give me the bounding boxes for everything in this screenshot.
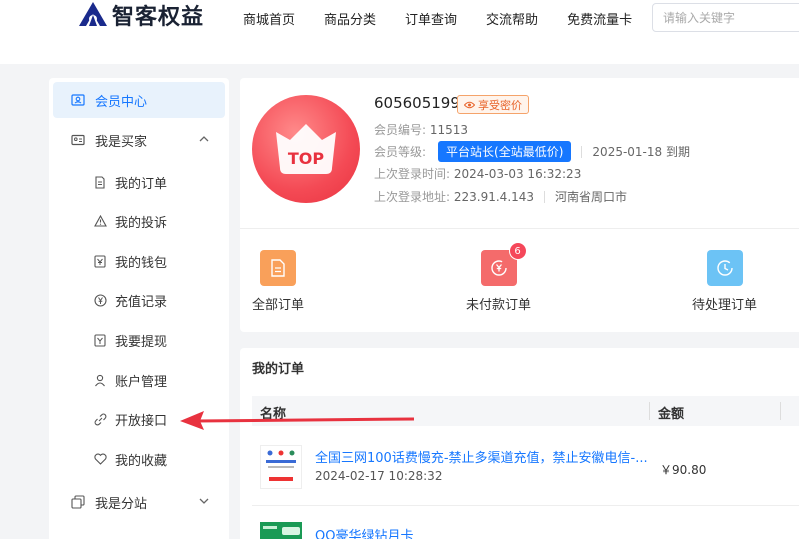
sidebar-item-complaints[interactable]: 我的投诉 [93, 211, 167, 231]
sidebar-item-label: 我的钱包 [115, 255, 168, 271]
nav-categories[interactable]: 商品分类 [324, 9, 376, 28]
vip-label: 享受密价 [478, 98, 522, 112]
last-login-ip: 223.91.4.143 [453, 189, 535, 204]
product-thumbnail[interactable] [260, 445, 302, 489]
sidebar-item-label: 我的订单 [115, 176, 168, 192]
document-icon [260, 250, 296, 286]
sidebar-item-member-center[interactable]: 会员中心 [53, 82, 225, 118]
separator [544, 190, 546, 203]
profile-card: TOP 605605199 享受密价 会员编号: 11513 会员等级: 平台站… [240, 78, 799, 332]
order-amount: ￥90.80 [660, 463, 707, 477]
eye-icon [464, 101, 475, 108]
member-no-label: 会员编号: [374, 123, 427, 137]
clock-icon [706, 250, 743, 286]
divider [240, 228, 799, 229]
member-level-row: 会员等级: 平台站长(全站最低价) 2025-01-18 到期 [374, 141, 690, 162]
sidebar-item-label: 我的投诉 [115, 215, 168, 231]
sidebar-item-withdraw[interactable]: 我要提现 [93, 330, 167, 350]
last-login-time-row: 上次登录时间: 2024-03-03 16:32:23 [374, 165, 581, 182]
sidebar-item-label: 开放接口 [115, 413, 168, 429]
nav-order-query[interactable]: 订单查询 [405, 9, 457, 28]
column-divider [780, 402, 781, 420]
heart-icon [93, 452, 107, 466]
sidebar-item-account[interactable]: 账户管理 [93, 370, 167, 390]
last-login-addr-label: 上次登录地址: [374, 190, 451, 204]
user-icon [93, 373, 107, 387]
copy-icon [71, 495, 85, 509]
vip-badge: 享受密价 [457, 95, 529, 114]
last-login-addr-row: 上次登录地址: 223.91.4.143 河南省周口市 [374, 188, 627, 205]
member-no: 11513 [429, 122, 469, 137]
unpaid-count-badge: 6 [508, 242, 527, 260]
link-icon [93, 412, 107, 426]
nav-free-sim[interactable]: 免费流量卡 [567, 9, 632, 28]
quick-unpaid-orders[interactable]: 6 未付款订单 [466, 242, 532, 313]
logo-icon [79, 2, 107, 26]
sidebar-item-label: 我要提现 [115, 334, 168, 350]
sidebar-item-recharge-records[interactable]: 充值记录 [93, 290, 167, 310]
sidebar: 会员中心 我是买家 我的订单 我的投诉 我的钱包 充值记录 我要提现 账户管理 … [49, 78, 229, 539]
search-input[interactable] [652, 3, 799, 32]
avatar: TOP [252, 95, 360, 203]
quick-pending-orders[interactable]: 待处理订单 [692, 250, 757, 313]
product-name-link[interactable]: 全国三网100话费慢充-禁止多渠道充值，禁止安徽电信-... [315, 447, 648, 466]
wallet-icon [93, 254, 107, 268]
sidebar-item-my-orders[interactable]: 我的订单 [93, 172, 167, 192]
orders-panel: 我的订单 名称 金额 全国三网100话费慢充-禁止多渠道充值，禁止安徽电信-..… [240, 348, 799, 539]
document-icon [93, 175, 107, 189]
product-thumbnail[interactable] [260, 522, 302, 539]
sidebar-item-wallet[interactable]: 我的钱包 [93, 251, 167, 271]
separator [581, 145, 583, 158]
level-label: 会员等级: [374, 145, 427, 159]
table-row[interactable]: QQ豪华绿钻月卡 [252, 508, 799, 539]
expire-date: 2025-01-18 到期 [592, 145, 690, 159]
last-login-time-label: 上次登录时间: [374, 167, 451, 181]
chevron-up-icon [199, 136, 209, 142]
chevron-down-icon [199, 498, 209, 504]
last-login-region: 河南省周口市 [555, 190, 628, 204]
col-amount-header: 金额 [658, 407, 685, 422]
nav-home[interactable]: 商城首页 [243, 9, 295, 28]
table-row[interactable]: 全国三网100话费慢充-禁止多渠道充值，禁止安徽电信-... 2024-02-1… [252, 428, 799, 506]
user-id: 605605199 [374, 94, 460, 112]
crown-icon: TOP [276, 124, 336, 174]
withdraw-icon [93, 333, 107, 347]
product-name-link[interactable]: QQ豪华绿钻月卡 [315, 525, 413, 539]
sidebar-group-label: 我是分站 [95, 496, 148, 512]
main-nav: 商城首页 商品分类 订单查询 交流帮助 免费流量卡 [243, 9, 632, 28]
orders-table-header: 名称 金额 [252, 396, 799, 426]
sidebar-item-label: 充值记录 [115, 294, 168, 310]
member-no-row: 会员编号: 11513 [374, 121, 468, 138]
id-card-icon [71, 133, 85, 147]
logo-text: 智客权益 [112, 5, 205, 30]
quick-all-orders[interactable]: 全部订单 [252, 250, 304, 313]
yen-refresh-icon: 6 [480, 242, 527, 286]
sidebar-item-label: 账户管理 [115, 374, 168, 390]
avatar-text: TOP [288, 149, 325, 168]
sidebar-group-buyer[interactable]: 我是买家 [53, 122, 225, 158]
order-time: 2024-02-17 10:28:32 [315, 469, 443, 483]
sidebar-item-label: 我的收藏 [115, 453, 168, 469]
sidebar-item-label: 会员中心 [95, 94, 148, 110]
site-logo[interactable]: 智客权益 [78, 0, 204, 30]
last-login-time: 2024-03-03 16:32:23 [453, 166, 582, 181]
col-name-header: 名称 [260, 407, 287, 422]
top-header: 智客权益 商城首页 商品分类 订单查询 交流帮助 免费流量卡 [0, 0, 799, 64]
sidebar-item-open-api[interactable]: 开放接口 [93, 409, 167, 429]
warning-icon [93, 214, 107, 228]
id-card-icon [71, 93, 85, 107]
quick-label: 全部订单 [252, 298, 305, 313]
sidebar-group-substation[interactable]: 我是分站 [53, 484, 225, 520]
sidebar-group-label: 我是买家 [95, 134, 148, 150]
sidebar-item-favorites[interactable]: 我的收藏 [93, 449, 167, 469]
orders-title: 我的订单 [252, 362, 305, 377]
nav-help[interactable]: 交流帮助 [486, 9, 538, 28]
quick-label: 未付款订单 [466, 298, 532, 313]
yen-circle-icon [93, 293, 107, 307]
level-badge: 平台站长(全站最低价) [438, 141, 572, 162]
quick-label: 待处理订单 [692, 298, 758, 313]
column-divider [649, 402, 650, 420]
